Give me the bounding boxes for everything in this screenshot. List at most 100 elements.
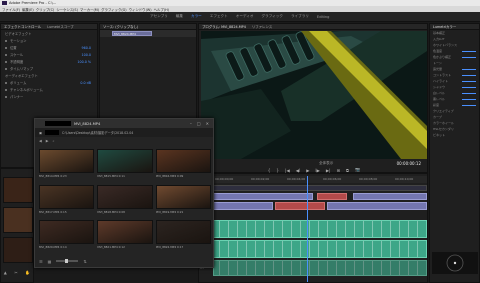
menu-help[interactable]: ヘルプ(H) — [154, 7, 169, 12]
audio-clip[interactable] — [213, 220, 427, 238]
media-browser-titlebar[interactable]: MVI_8824.MP4 – □ ✕ — [35, 119, 213, 128]
effect-value[interactable]: 100.0 % — [77, 60, 91, 64]
adjustment-clip[interactable] — [317, 193, 347, 200]
media-thumbnail[interactable]: MVI_8822.MP4 0:17 — [155, 220, 211, 253]
icon-view-icon[interactable]: ▦ — [48, 259, 52, 264]
go-to-out-button[interactable]: ▶| — [326, 168, 331, 173]
video-clip[interactable] — [213, 202, 273, 210]
effect-row[interactable]: オーディオエフェクト — [1, 72, 97, 79]
video-clip-red[interactable] — [275, 202, 325, 210]
tab-program[interactable]: プログラム: MVI_8824.MP4 — [202, 24, 246, 29]
razor-tool-icon[interactable]: ✂ — [14, 270, 17, 275]
keyframe-toggle-icon[interactable] — [5, 53, 7, 56]
sort-icon[interactable]: ⇅ — [83, 259, 86, 264]
go-to-in-button[interactable]: |◀ — [285, 168, 290, 173]
video-clip[interactable] — [353, 193, 427, 200]
timeline-ruler[interactable]: 00;00;00;00 00;00;02;00 00;00;04;00 00;0… — [213, 176, 427, 183]
media-thumbnail[interactable]: MVI_8815.MP4 0:11 — [97, 149, 153, 182]
lumetri-slider[interactable] — [462, 50, 476, 52]
media-browser-path[interactable]: C:\Users\Desktop\素材\撮影データ\2018.02.04 — [62, 130, 133, 135]
effect-value[interactable]: 960.0 — [82, 46, 91, 50]
lumetri-slider[interactable] — [462, 74, 476, 76]
audio-clip[interactable] — [213, 240, 427, 258]
search-icon[interactable]: ⌕ — [53, 139, 55, 143]
program-timecode[interactable]: 00:00:00:12 — [397, 161, 421, 166]
media-thumbnail[interactable]: MVI_8814.MP4 0:23 — [39, 149, 95, 182]
video-clip[interactable] — [213, 185, 427, 191]
list-view-icon[interactable]: ☰ — [39, 259, 43, 264]
menu-edit[interactable]: 編集(E) — [22, 7, 34, 12]
selection-tool-icon[interactable]: ▲ — [4, 270, 7, 275]
media-thumbnail[interactable]: MVI_8817.MP4 0:15 — [39, 184, 95, 218]
video-clip[interactable] — [213, 193, 313, 200]
extract-button[interactable]: ⧉ — [346, 168, 349, 173]
workspace-editing[interactable]: 編集 — [176, 14, 183, 19]
mark-out-button[interactable]: } — [276, 168, 279, 173]
menu-file[interactable]: ファイル(F) — [2, 7, 20, 12]
media-thumbnail[interactable]: MVI_8820.MP4 0:14 — [39, 220, 95, 253]
effect-row[interactable]: ボリューム 0.0 dB — [1, 79, 97, 86]
back-icon[interactable]: ◀ — [39, 139, 42, 143]
close-icon[interactable]: ✕ — [206, 121, 209, 126]
minimize-icon[interactable]: – — [190, 121, 192, 126]
keyframe-toggle-icon[interactable] — [5, 39, 7, 42]
keyframe-toggle-icon[interactable] — [5, 60, 7, 63]
step-forward-button[interactable]: I▶ — [315, 168, 319, 173]
workspace-audio[interactable]: オーディオ — [236, 14, 254, 19]
keyframe-toggle-icon[interactable] — [5, 46, 7, 49]
thumbnail-size-slider[interactable] — [56, 259, 79, 263]
media-thumbnail[interactable]: MVI_8819.MP4 0:21 — [155, 184, 211, 218]
menu-marker[interactable]: マーカー(M) — [80, 7, 99, 12]
workspace-assembly[interactable]: アセンブリ — [150, 14, 168, 19]
effect-row[interactable]: チャンネルボリューム — [1, 86, 97, 93]
lift-button[interactable]: ⊞ — [337, 168, 341, 173]
effect-value[interactable]: 0.0 dB — [80, 81, 91, 85]
source-clip-bar[interactable]: MVI_8824.MP4 — [112, 31, 152, 36]
effect-value[interactable]: 100.0 — [82, 53, 91, 57]
keyframe-toggle-icon[interactable] — [5, 88, 7, 91]
step-back-button[interactable]: ◀I — [296, 168, 300, 173]
keyframe-toggle-icon[interactable] — [5, 67, 7, 70]
tab-source[interactable]: ソース: (クリップなし) — [103, 24, 138, 29]
program-video-frame[interactable] — [201, 31, 427, 159]
menu-window[interactable]: ウィンドウ(W) — [129, 7, 152, 12]
lumetri-slider[interactable] — [462, 80, 476, 82]
lumetri-slider[interactable] — [462, 98, 476, 100]
project-thumbnail[interactable] — [3, 177, 33, 203]
video-clip[interactable] — [327, 202, 427, 210]
menu-sequence[interactable]: シーケンス(S) — [56, 7, 78, 12]
audio-clip[interactable] — [213, 260, 427, 276]
media-thumbnail[interactable]: MVI_8818.MP4 0:08 — [97, 184, 153, 218]
workspace-color[interactable]: カラー — [191, 14, 202, 19]
media-thumbnail[interactable]: MVI_8816.MP4 0:09 — [155, 149, 211, 182]
effect-row[interactable]: 不透明度 100.0 % — [1, 58, 97, 65]
tab-reference[interactable]: リファレンス — [252, 24, 272, 29]
workspace-graphics[interactable]: グラフィック — [261, 14, 283, 19]
mark-in-button[interactable]: { — [268, 168, 271, 173]
effect-row[interactable]: 位置 960.0 — [1, 44, 97, 51]
project-thumbnail[interactable] — [3, 237, 33, 263]
project-thumbnail[interactable] — [3, 207, 33, 233]
lumetri-slider[interactable] — [462, 104, 476, 106]
fit-dropdown[interactable]: 全体表示 — [319, 161, 333, 166]
forward-icon[interactable]: ▶ — [46, 139, 49, 143]
play-button[interactable]: ▶ — [306, 168, 309, 173]
effect-row[interactable]: パンナー — [1, 93, 97, 100]
effect-row[interactable]: タイムリマップ — [1, 65, 97, 72]
keyframe-toggle-icon[interactable] — [5, 95, 7, 98]
effect-row[interactable]: スケール 100.0 — [1, 51, 97, 58]
tab-effect-controls[interactable]: エフェクトコントロール — [4, 24, 41, 29]
tab-lumetri-scopes[interactable]: Lumetriスコープ — [47, 24, 73, 29]
workspace-effects[interactable]: エフェクト — [210, 14, 228, 19]
keyframe-toggle-icon[interactable] — [5, 81, 7, 84]
workspace-libraries[interactable]: ライブラリ — [291, 14, 309, 19]
menu-clip[interactable]: クリップ(C) — [36, 7, 55, 12]
lumetri-slider[interactable] — [462, 92, 476, 94]
playhead[interactable] — [307, 176, 308, 282]
effect-row[interactable]: ビデオエフェクト — [1, 30, 97, 37]
workspace-editing-en[interactable]: Editing — [317, 15, 330, 19]
menu-graphics[interactable]: グラフィック(G) — [101, 7, 127, 12]
lumetri-slider[interactable] — [462, 68, 476, 70]
lumetri-slider[interactable] — [462, 86, 476, 88]
effect-row[interactable]: モーション — [1, 37, 97, 44]
